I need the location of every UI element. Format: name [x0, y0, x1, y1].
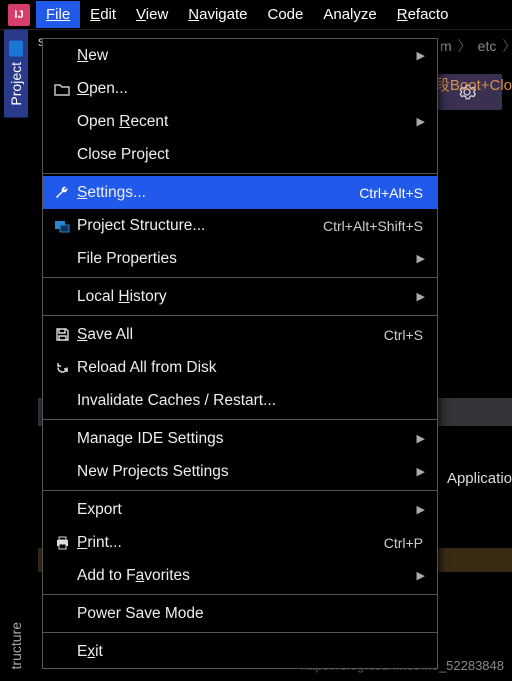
- menu-item-project-structure[interactable]: Project Structure... Ctrl+Alt+Shift+S: [43, 209, 437, 242]
- menu-item-favorites[interactable]: Add to Favorites ▶: [43, 559, 437, 592]
- menu-item-new-projects-settings[interactable]: New Projects Settings ▶: [43, 455, 437, 488]
- folder-icon: [9, 41, 23, 57]
- menu-item-reload[interactable]: Reload All from Disk: [43, 351, 437, 384]
- menu-label: Invalidate Caches / Restart...: [73, 392, 427, 410]
- menu-label: File Properties: [73, 250, 417, 268]
- tool-sidebar: Project tructure: [0, 30, 32, 681]
- menu-navigate[interactable]: Navigate: [178, 1, 257, 28]
- submenu-arrow-icon: ▶: [417, 115, 427, 128]
- menu-refactor[interactable]: Refacto: [387, 1, 459, 28]
- menu-label: Save All: [73, 326, 384, 344]
- sidetab-project-label: Project: [8, 62, 24, 106]
- editor-text-fragment: Applicatio: [447, 470, 512, 487]
- file-menu: New ▶ Open... Open Recent ▶ Close Projec…: [42, 38, 438, 669]
- menu-label: Export: [73, 501, 417, 519]
- shortcut: Ctrl+Alt+S: [359, 185, 427, 201]
- shortcut: Ctrl+Alt+Shift+S: [323, 218, 427, 234]
- menu-separator: [43, 173, 437, 174]
- shortcut: Ctrl+S: [384, 327, 427, 343]
- menu-item-open-recent[interactable]: Open Recent ▶: [43, 105, 437, 138]
- menu-item-file-properties[interactable]: File Properties ▶: [43, 242, 437, 275]
- menu-item-settings[interactable]: Settings... Ctrl+Alt+S: [43, 176, 437, 209]
- menu-item-power-save[interactable]: Power Save Mode: [43, 597, 437, 630]
- chevron-right-icon: 〉: [458, 36, 472, 56]
- open-folder-icon: [51, 82, 73, 96]
- menu-label: Add to Favorites: [73, 567, 417, 585]
- menu-label: Project Structure...: [73, 217, 323, 235]
- menu-separator: [43, 594, 437, 595]
- menu-separator: [43, 419, 437, 420]
- sidetab-structure-label: tructure: [8, 622, 24, 669]
- save-icon: [51, 327, 73, 342]
- menu-item-local-history[interactable]: Local History ▶: [43, 280, 437, 313]
- app-icon: IJ: [8, 4, 30, 26]
- menu-label: Open...: [73, 80, 427, 98]
- menu-item-exit[interactable]: Exit: [43, 635, 437, 668]
- menu-item-print[interactable]: Print... Ctrl+P: [43, 526, 437, 559]
- menu-item-manage-ide[interactable]: Manage IDE Settings ▶: [43, 422, 437, 455]
- breadcrumb-part: m: [440, 38, 452, 54]
- menu-separator: [43, 632, 437, 633]
- submenu-arrow-icon: ▶: [417, 432, 427, 445]
- menu-label: Power Save Mode: [73, 605, 427, 623]
- menu-item-export[interactable]: Export ▶: [43, 493, 437, 526]
- menu-label: Settings...: [73, 184, 359, 202]
- menu-analyze[interactable]: Analyze: [313, 1, 386, 28]
- menu-separator: [43, 315, 437, 316]
- menu-file[interactable]: File: [36, 1, 80, 28]
- sidetab-structure[interactable]: tructure: [4, 610, 28, 681]
- reload-icon: [51, 360, 73, 375]
- editor-text-fragment: 段Boot+Clo: [435, 74, 512, 95]
- menu-label: Exit: [73, 643, 427, 661]
- menubar: IJ File Edit View Navigate Code Analyze …: [0, 0, 512, 30]
- print-icon: [51, 536, 73, 550]
- menu-item-close-project[interactable]: Close Project: [43, 138, 437, 171]
- submenu-arrow-icon: ▶: [417, 49, 427, 62]
- menu-label: Reload All from Disk: [73, 359, 427, 377]
- menu-label: New Projects Settings: [73, 463, 417, 481]
- menu-label: New: [73, 47, 417, 65]
- sidetab-project[interactable]: Project: [4, 30, 28, 118]
- menu-label: Close Project: [73, 146, 427, 164]
- chevron-right-icon: 〉: [502, 36, 512, 56]
- workspace: Project tructure sp m 〉 etc 〉 段Boot+Clo …: [0, 30, 512, 681]
- menu-label: Open Recent: [73, 113, 417, 131]
- submenu-arrow-icon: ▶: [417, 465, 427, 478]
- menu-separator: [43, 490, 437, 491]
- submenu-arrow-icon: ▶: [417, 569, 427, 582]
- menu-view[interactable]: View: [126, 1, 178, 28]
- menu-code[interactable]: Code: [258, 1, 314, 28]
- breadcrumb[interactable]: m 〉 etc 〉: [440, 36, 512, 56]
- breadcrumb-part: etc: [478, 38, 497, 54]
- menu-item-new[interactable]: New ▶: [43, 39, 437, 72]
- menu-separator: [43, 277, 437, 278]
- project-structure-icon: [51, 219, 73, 233]
- submenu-arrow-icon: ▶: [417, 503, 427, 516]
- menu-item-save-all[interactable]: Save All Ctrl+S: [43, 318, 437, 351]
- submenu-arrow-icon: ▶: [417, 252, 427, 265]
- menu-item-invalidate[interactable]: Invalidate Caches / Restart...: [43, 384, 437, 417]
- menu-edit[interactable]: Edit: [80, 1, 126, 28]
- menu-label: Manage IDE Settings: [73, 430, 417, 448]
- menu-item-open[interactable]: Open...: [43, 72, 437, 105]
- submenu-arrow-icon: ▶: [417, 290, 427, 303]
- menu-label: Print...: [73, 534, 384, 552]
- wrench-icon: [51, 185, 73, 201]
- menu-label: Local History: [73, 288, 417, 306]
- shortcut: Ctrl+P: [384, 535, 427, 551]
